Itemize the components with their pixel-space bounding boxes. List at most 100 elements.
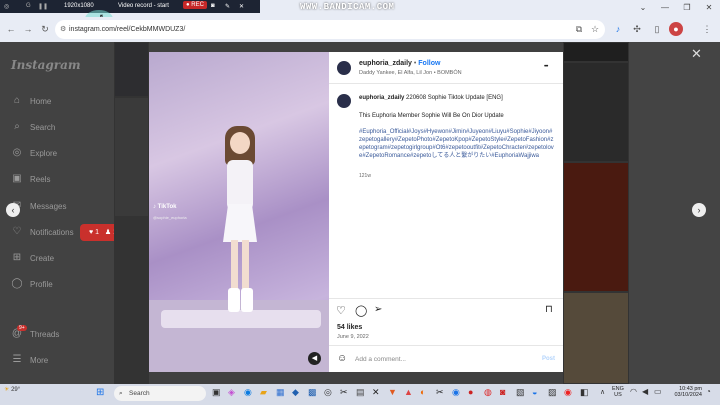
avatar-top xyxy=(227,160,253,210)
comment-input[interactable]: Add a comment... xyxy=(355,356,406,363)
extension-icon[interactable]: ♪ xyxy=(611,22,625,36)
app-icon[interactable]: ▲ xyxy=(404,387,413,397)
avatar-leg xyxy=(242,240,249,292)
back-arrow-icon[interactable]: ← xyxy=(4,22,18,36)
tray-chevron-icon[interactable]: ∧ xyxy=(600,388,605,396)
audio-toggle-button[interactable]: ◀ xyxy=(308,352,321,365)
volume-icon[interactable]: ◀ xyxy=(642,387,648,396)
reload-icon[interactable]: ↻ xyxy=(38,22,52,36)
copilot-icon[interactable]: ◈ xyxy=(228,387,235,398)
pause-icon[interactable]: ❚❚ xyxy=(38,3,48,10)
app-icon[interactable]: ▧ xyxy=(516,387,525,398)
profile-icon: ◯ xyxy=(11,278,23,289)
weather-widget[interactable]: ☀ 29° xyxy=(4,386,20,393)
caption-username[interactable]: euphoria_zdaily xyxy=(359,95,404,101)
post-detail-panel: euphoria_zdaily • Follow Daddy Yankee, E… xyxy=(329,52,563,372)
nav-search[interactable]: ⌕ Search xyxy=(10,120,110,136)
brave-icon[interactable]: ▼ xyxy=(388,387,397,397)
capcut-icon[interactable]: ✂ xyxy=(436,387,444,398)
caption-hashtags[interactable]: #Euphoria_Official#Joys#Hyewon#Jimin#Juy… xyxy=(359,128,555,160)
app-icon[interactable]: ◒ xyxy=(532,387,537,397)
reel-video[interactable]: ♪ TikTok @sophie_euphoria ◀ xyxy=(149,52,329,372)
weibo-icon[interactable]: ◍ xyxy=(484,387,492,398)
wifi-icon[interactable]: ◠ xyxy=(630,387,637,396)
app-icon[interactable]: ◆ xyxy=(292,387,299,398)
app-icon[interactable]: ◧ xyxy=(580,387,589,398)
caption-avatar[interactable] xyxy=(337,94,351,108)
file-explorer-icon[interactable]: ▰ xyxy=(260,387,267,398)
prev-post-chevron-icon[interactable]: ‹ xyxy=(6,203,20,217)
window-close-button[interactable]: ✕ xyxy=(698,1,720,15)
nav-messages[interactable]: ✉ Messages xyxy=(10,199,110,215)
app-icon[interactable]: ▤ xyxy=(356,387,365,398)
emoji-icon[interactable]: ☺ xyxy=(337,353,347,364)
address-bar[interactable]: ⚙ instagram.com/reel/CekbMMWDUZ3/ xyxy=(55,20,605,39)
app-icon[interactable]: ✕ xyxy=(372,387,380,398)
battery-icon[interactable]: ▭ xyxy=(654,387,662,396)
store-icon[interactable]: ▦ xyxy=(276,387,285,398)
bookmark-star-icon[interactable]: ☆ xyxy=(588,22,602,36)
chevron-down-icon[interactable]: ⌄ xyxy=(632,1,654,15)
pen-icon[interactable]: ✎ xyxy=(225,3,230,10)
rec-button[interactable]: ● REC xyxy=(183,1,207,9)
windows-start-icon[interactable]: ⊞ xyxy=(96,387,104,398)
nav-create[interactable]: ⊞ Create xyxy=(10,251,110,267)
avatar-boot xyxy=(228,288,240,312)
speaker-icon: ◀ xyxy=(311,355,318,362)
author-avatar[interactable] xyxy=(337,61,351,75)
chrome-icon[interactable]: ◉ xyxy=(452,387,460,398)
bandicam-watermark: WWW.BANDICAM.COM xyxy=(300,2,395,12)
restore-button[interactable]: ❐ xyxy=(676,1,698,15)
app-icon[interactable]: ◉ xyxy=(564,387,572,398)
tiktok-watermark: ♪ TikTok xyxy=(153,204,177,210)
post-comment-button[interactable]: Post xyxy=(542,356,555,362)
app-icon[interactable]: ◎ xyxy=(324,387,332,398)
follow-button[interactable]: Follow xyxy=(418,60,440,67)
recorder-status: Video record - start xyxy=(118,3,169,9)
site-info-icon[interactable]: ⚙ xyxy=(60,20,66,39)
puzzle-icon[interactable]: ✣ xyxy=(630,22,644,36)
tiktok-logo-icon: ♪ xyxy=(153,204,156,210)
audio-attribution[interactable]: Daddy Yankee, El Alfa, Lil Jon • BOMBÓN xyxy=(359,70,462,76)
app-icon[interactable]: ◙ xyxy=(500,387,505,397)
author-username[interactable]: euphoria_zdaily xyxy=(359,60,412,67)
comment-bubble-icon[interactable]: ◯ xyxy=(355,304,367,317)
screen: ◎ G ❚❚ 1920x1080 Video record - start ● … xyxy=(0,0,720,405)
caption-title: 220608 Sophie Tiktok Update [ENG] xyxy=(406,95,503,101)
plus-square-icon: ⊞ xyxy=(12,252,22,263)
save-bookmark-icon[interactable]: ⊓ xyxy=(545,304,553,315)
more-options-icon[interactable]: ••• xyxy=(544,64,548,70)
capcut-icon[interactable]: ✂ xyxy=(340,387,348,398)
sidebar-icon[interactable]: ▯ xyxy=(650,22,664,36)
app-icon[interactable]: ▩ xyxy=(308,387,317,398)
nav-more[interactable]: ☰ More xyxy=(10,353,110,369)
taskbar-search[interactable]: ⌕ Search xyxy=(114,386,206,401)
taskview-icon[interactable]: ▣ xyxy=(212,387,221,398)
nav-reels[interactable]: ▣ Reels xyxy=(10,172,110,188)
like-heart-icon[interactable]: ♡ xyxy=(336,304,346,317)
language-indicator[interactable]: ENG US xyxy=(612,386,624,398)
avatar-leg xyxy=(231,240,238,292)
nav-explore[interactable]: ◎ Explore xyxy=(10,146,110,162)
taskbar-clock[interactable]: 10:43 pm 03/10/2024 xyxy=(672,386,702,398)
share-send-icon[interactable]: ➢ xyxy=(374,304,382,315)
nav-home[interactable]: ⌂ Home xyxy=(10,94,110,110)
install-app-icon[interactable]: ⧉ xyxy=(572,22,586,36)
app-icon[interactable]: ● xyxy=(468,387,473,397)
likes-count[interactable]: 54 likes xyxy=(337,324,362,331)
close-icon[interactable]: ✕ xyxy=(239,3,244,10)
profile-avatar[interactable]: ● xyxy=(669,22,683,36)
minimize-button[interactable]: — xyxy=(654,1,676,15)
camera-icon[interactable]: ◙ xyxy=(211,3,215,9)
nav-profile[interactable]: ◯ Profile xyxy=(10,277,110,293)
app-icon[interactable]: ◐ xyxy=(420,387,425,397)
next-post-chevron-icon[interactable]: › xyxy=(692,203,706,217)
app-icon[interactable]: ▨ xyxy=(548,387,557,398)
notification-bell-icon[interactable]: ◔ xyxy=(706,387,711,396)
kebab-menu-icon[interactable]: ⋮ xyxy=(700,22,714,36)
close-modal-icon[interactable]: ✕ xyxy=(691,46,702,62)
tiktok-handle: @sophie_euphoria xyxy=(153,215,187,220)
edge-icon[interactable]: ◉ xyxy=(244,387,252,398)
instagram-logo[interactable]: Instagram xyxy=(11,58,81,72)
forward-arrow-icon[interactable]: → xyxy=(21,22,35,36)
